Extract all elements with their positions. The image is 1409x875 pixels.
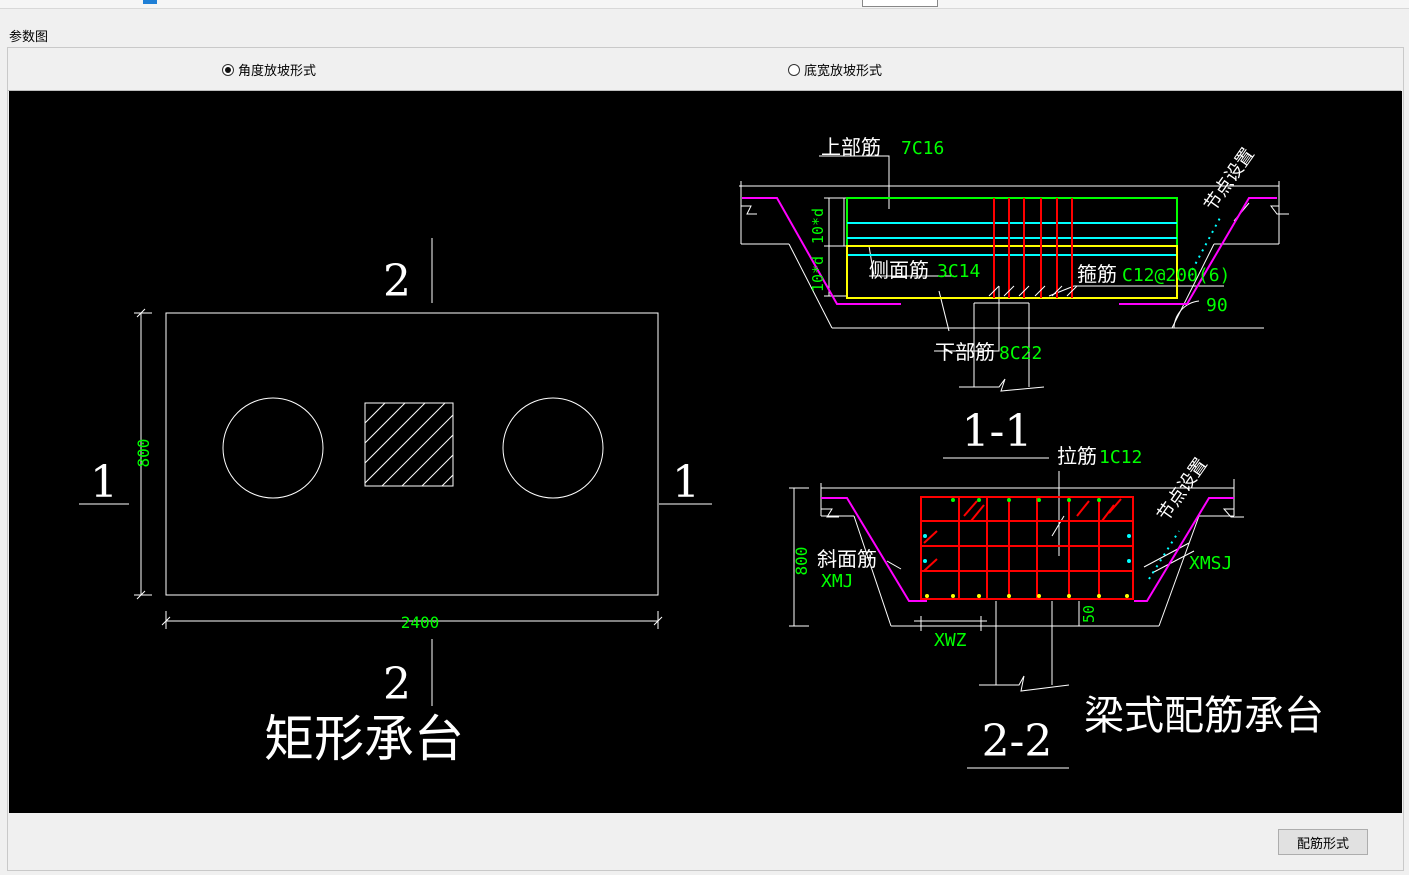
s11-section-label: 1-1 — [962, 406, 1033, 457]
plan-section-mark-bottom: 2 — [383, 659, 411, 710]
radio-checked-icon[interactable] — [222, 63, 234, 76]
panel-title: 参数图 — [9, 30, 49, 45]
s11-top-bar-value: 7C16 — [901, 138, 944, 159]
right-caption: 梁式配筋承台 — [1084, 693, 1324, 739]
top-toolbar-strip — [0, 0, 1409, 9]
plan-view — [79, 238, 712, 706]
plan-dim-height-label: 800 — [134, 439, 153, 468]
radio-unchecked-icon[interactable] — [788, 63, 800, 76]
s11-side-bar-label: 侧面筋 — [869, 258, 929, 282]
parameter-drawing-canvas: 2 2 1 1 800 2400 矩形承台 上部筋 7C16 侧面筋 3C14 … — [9, 91, 1402, 813]
s11-stirrup-value: C12@200(6) — [1122, 265, 1230, 286]
s22-xwz: XWZ — [934, 630, 967, 651]
plan-section-mark-top: 2 — [383, 256, 411, 307]
rebar-form-button[interactable]: 配筋形式 — [1278, 829, 1368, 855]
radio-angle-slope-label: 角度放坡形式 — [238, 64, 317, 79]
parameter-drawing: 2 2 1 1 800 2400 矩形承台 上部筋 7C16 侧面筋 3C14 … — [79, 135, 1324, 769]
s22-tie-bar-label: 拉筋 — [1057, 444, 1097, 468]
radio-bottom-width-slope-label: 底宽放坡形式 — [804, 64, 883, 79]
s22-dim-50: 50 — [1080, 605, 1098, 623]
s22-tie-bar-value: 1C12 — [1099, 447, 1142, 468]
s11-bottom-bar-label: 下部筋 — [935, 340, 995, 364]
s11-top-bar-label: 上部筋 — [821, 135, 881, 159]
pile-right — [502, 397, 604, 499]
slope-mode-radio-group: 角度放坡形式 底宽放坡形式 — [8, 48, 1401, 91]
s11-bottom-bar-value: 8C22 — [999, 343, 1042, 364]
s22-section-label: 2-2 — [982, 716, 1053, 767]
s22-dim-800: 800 — [792, 547, 811, 576]
plan-section-mark-left: 1 — [90, 457, 118, 508]
s11-stirrup-label: 箍筋 — [1077, 262, 1117, 286]
s22-xmsj: XMSJ — [1189, 553, 1232, 574]
column-hatch — [364, 402, 454, 487]
s11-angle: 90 — [1206, 295, 1228, 316]
plan-caption: 矩形承台 — [264, 710, 464, 768]
s11-node-setting: 节点设置 — [1200, 144, 1258, 215]
s22-slope-bar-label: 斜面筋 — [817, 547, 877, 571]
s22-node-setting: 节点设置 — [1153, 454, 1211, 525]
radio-angle-slope[interactable]: 角度放坡形式 — [222, 60, 316, 79]
pile-left — [222, 397, 324, 499]
s11-dim-10d-upper: 10*d — [809, 208, 827, 244]
plan-dim-width-label: 2400 — [401, 613, 440, 632]
toolbar-selected-indicator — [143, 0, 157, 4]
cap-outline — [165, 312, 659, 596]
column-section — [364, 402, 454, 487]
s22-slope-bar-value: XMJ — [821, 571, 854, 592]
radio-bottom-width-slope[interactable]: 底宽放坡形式 — [788, 60, 882, 79]
toolbar-input-box[interactable] — [862, 0, 938, 7]
bottom-bar — [8, 813, 1401, 868]
s11-side-bar-value: 3C14 — [937, 261, 980, 282]
s11-dim-10d-lower: 10*d — [809, 256, 827, 292]
plan-section-mark-right: 1 — [672, 457, 700, 508]
